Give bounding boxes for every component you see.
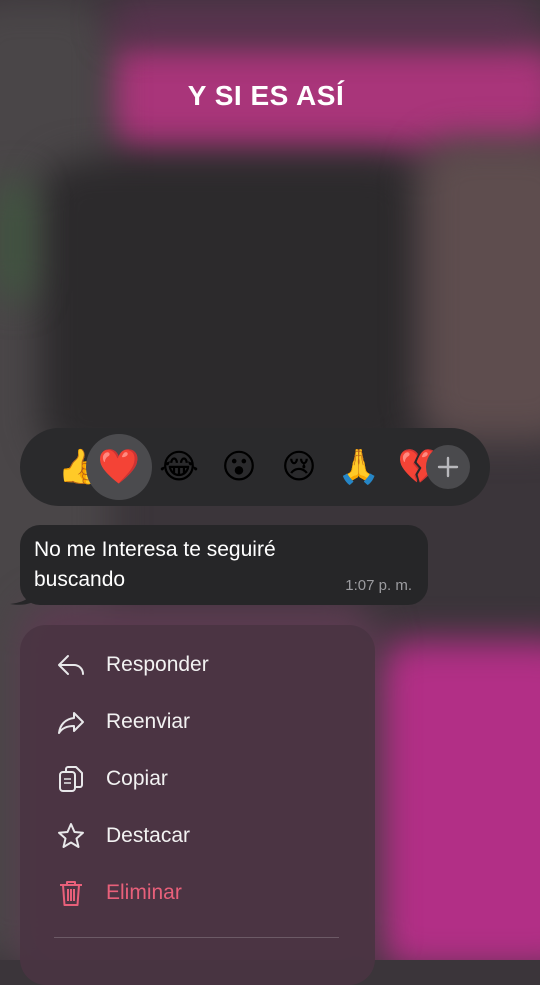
menu-item-reply[interactable]: Responder	[20, 638, 375, 694]
menu-item-label: Responder	[106, 653, 209, 676]
menu-item-label: Eliminar	[106, 881, 182, 904]
menu-item-label: Reenviar	[106, 710, 191, 733]
menu-item-forward[interactable]: Reenviar	[20, 695, 375, 751]
star-icon	[58, 823, 84, 848]
reaction-folded-hands[interactable]: 🙏	[330, 438, 388, 496]
message-bubble[interactable]: No me Interesa te seguiré buscando 1:07 …	[20, 525, 428, 605]
reaction-crying[interactable]: 😢	[270, 438, 328, 496]
plus-icon	[437, 456, 459, 478]
message-context-menu: Responder Reenviar Copiar Destacar Elimi…	[20, 625, 375, 985]
menu-item-label: Copiar	[106, 767, 168, 790]
menu-item-label: Destacar	[106, 824, 191, 847]
reaction-red-heart[interactable]: ❤️	[86, 434, 152, 500]
reply-icon	[58, 655, 84, 675]
menu-divider	[54, 937, 339, 938]
trash-icon	[60, 881, 82, 906]
message-timestamp: 1:07 p. m.	[345, 577, 412, 594]
forward-icon	[58, 712, 84, 734]
reaction-tears-of-joy[interactable]: 😂	[150, 438, 208, 496]
menu-item-star[interactable]: Destacar	[20, 809, 375, 865]
menu-item-delete[interactable]: Eliminar	[20, 866, 375, 922]
reaction-open-mouth[interactable]: 😮	[210, 438, 268, 496]
more-reactions-button[interactable]	[426, 445, 470, 489]
copy-icon	[59, 766, 83, 792]
message-text: No me Interesa te seguiré buscando	[34, 538, 276, 591]
reaction-bar: 👍 ❤️ 😂 😮 😢 🙏 💔	[20, 428, 490, 506]
background-caption: Y SI ES ASÍ	[187, 80, 345, 111]
menu-item-copy[interactable]: Copiar	[20, 752, 375, 808]
